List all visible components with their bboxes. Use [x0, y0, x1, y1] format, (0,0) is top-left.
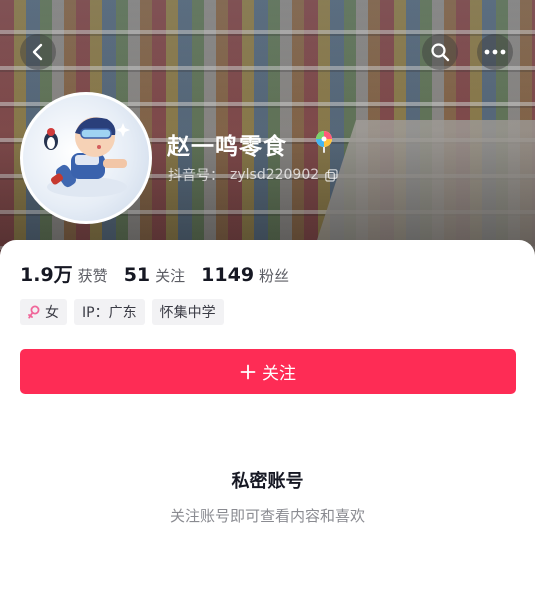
copy-icon[interactable]: [325, 168, 338, 182]
plus-icon: [240, 364, 256, 379]
stat-value: 51: [123, 264, 151, 286]
profile-stats: 1.9万 获赞 51 关注 1149 粉丝: [20, 260, 305, 287]
stat-label: 获赞: [77, 267, 108, 285]
back-button[interactable]: [20, 34, 56, 70]
lollipop-icon: [316, 131, 332, 153]
female-icon: [28, 305, 40, 319]
school-tag-label: 怀集中学: [159, 305, 216, 321]
school-tag[interactable]: 怀集中学: [151, 299, 224, 325]
gender-tag-label: 女: [45, 305, 59, 321]
stat-following[interactable]: 51 关注: [124, 264, 185, 286]
follow-button-label: 关注: [262, 364, 296, 384]
stat-label: 粉丝: [259, 267, 290, 285]
display-name: 赵一鸣零食: [167, 134, 287, 160]
private-account-title: 私密账号: [231, 471, 304, 492]
more-button[interactable]: [477, 34, 513, 70]
ip-location-label: IP：广东: [82, 305, 137, 321]
stat-label: 关注: [155, 267, 186, 285]
avatar-figure: [44, 117, 130, 197]
douyin-id-value: zylsd220902: [230, 167, 320, 183]
gender-tag: 女: [20, 299, 67, 325]
douyin-id-label: 抖音号：: [168, 168, 224, 184]
follow-button[interactable]: 关注: [20, 349, 516, 394]
private-account-description: 关注账号即可查看内容和喜欢: [169, 507, 365, 525]
profile-header-background: 赵一鸣零食 抖音号： zylsd220902: [0, 0, 535, 262]
stat-likes[interactable]: 1.9万 获赞: [20, 260, 108, 287]
ip-location-tag: IP：广东: [74, 299, 145, 325]
avatar[interactable]: [20, 92, 152, 224]
more-icon: [484, 49, 506, 55]
stat-followers[interactable]: 1149 粉丝: [201, 264, 289, 286]
back-arrow-icon: [32, 43, 43, 61]
search-icon: [431, 43, 450, 62]
profile-tags: 女 IP：广东 怀集中学: [20, 299, 224, 325]
douyin-id-row[interactable]: 抖音号： zylsd220902: [168, 165, 338, 185]
stat-value: 1.9万: [20, 264, 73, 286]
search-button[interactable]: [422, 34, 458, 70]
profile-card: 1.9万 获赞 51 关注 1149 粉丝 女 IP：广东 怀集中学 关注 私密…: [0, 240, 535, 589]
stat-value: 1149: [201, 264, 255, 286]
